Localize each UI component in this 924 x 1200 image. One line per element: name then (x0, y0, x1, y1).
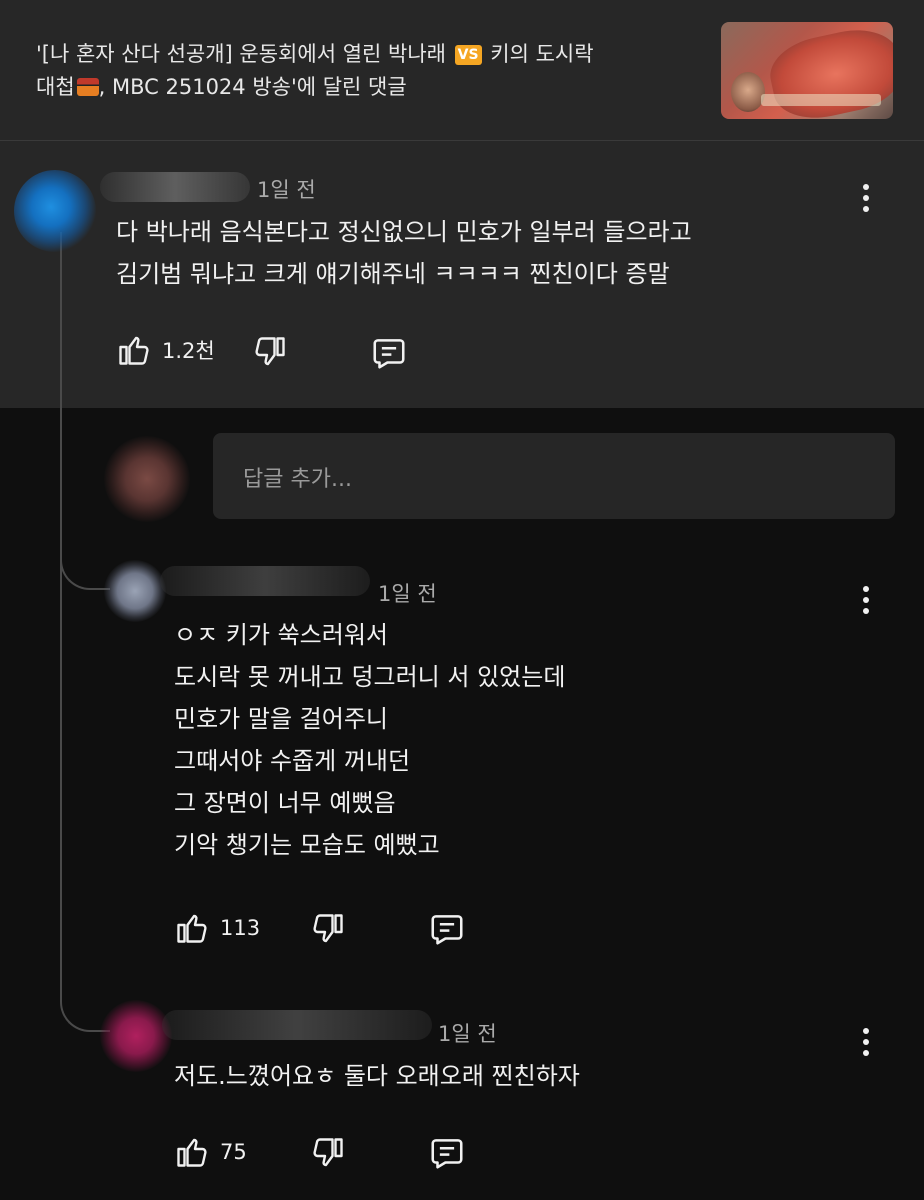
video-title-line2-part2: , MBC 251024 방송'에 달린 댓글 (98, 75, 407, 99)
like-count: 75 (220, 1140, 247, 1164)
comment-text: 다 박나래 음식본다고 정신없으니 민호가 일부러 들으라고 김기범 뭐냐고 크… (116, 218, 692, 288)
like-button[interactable]: 113 (174, 910, 260, 946)
thumbnail-person-image (731, 72, 765, 112)
reply-author-name-blurred[interactable] (160, 566, 370, 596)
thumbnail-caption (761, 94, 881, 106)
commenter-name-blurred[interactable] (100, 172, 250, 202)
reply-text: ㅇㅈ 키가 쑥스러워서 도시락 못 꺼내고 덩그러니 서 있었는데 민호가 말을… (174, 621, 566, 859)
dislike-button[interactable] (310, 1135, 346, 1171)
reply-text: 저도.느꼈어요ㅎ 둘다 오래오래 찐친하자 (174, 1062, 580, 1090)
thumbs-down-icon (313, 914, 343, 943)
more-vertical-icon[interactable] (852, 580, 880, 620)
reply-timestamp[interactable]: 1일 전 (438, 1018, 497, 1048)
video-title-part1: '[나 혼자 산다 선공개] 운동회에서 열린 박나래 (36, 42, 453, 66)
user-avatar (104, 436, 190, 522)
video-thumbnail[interactable] (721, 22, 893, 119)
like-button[interactable]: 75 (174, 1134, 247, 1170)
reply-input-placeholder: 답글 추가... (243, 467, 352, 492)
thread-branch-reply1 (60, 548, 110, 590)
video-title[interactable]: '[나 혼자 산다 선공개] 운동회에서 열린 박나래 VS 키의 도시락 대첩… (36, 38, 696, 104)
comment-reply-icon (431, 915, 463, 945)
reply-button[interactable] (428, 910, 466, 948)
reply-author-avatar[interactable] (104, 560, 166, 622)
video-title-part2: 키의 도시락 (483, 42, 594, 66)
reply-input[interactable]: 답글 추가... (213, 433, 895, 519)
thumbs-up-icon (177, 914, 207, 943)
comment-reply-icon (373, 339, 405, 369)
reply-author-name-blurred[interactable] (162, 1010, 432, 1040)
thumbs-up-icon (177, 1138, 207, 1167)
thread-line (60, 232, 62, 1002)
like-count: 113 (220, 916, 261, 940)
thumbs-up-icon (119, 336, 149, 365)
reply-timestamp[interactable]: 1일 전 (378, 578, 437, 608)
reply-button[interactable] (428, 1134, 466, 1172)
more-vertical-icon[interactable] (852, 178, 880, 218)
commenter-avatar[interactable] (14, 170, 96, 252)
dislike-button[interactable] (252, 334, 288, 370)
comment-timestamp[interactable]: 1일 전 (257, 174, 316, 204)
like-button[interactable]: 1.2천 (116, 332, 215, 368)
like-count: 1.2천 (162, 339, 215, 363)
video-title-line2-part1: 대첩 (36, 75, 75, 99)
thumbs-down-icon (255, 337, 285, 366)
reply-button[interactable] (370, 334, 408, 372)
comment-reply-icon (431, 1139, 463, 1169)
bento-emoji-icon (76, 78, 99, 96)
dislike-button[interactable] (310, 911, 346, 947)
video-header[interactable]: '[나 혼자 산다 선공개] 운동회에서 열린 박나래 VS 키의 도시락 대첩… (0, 0, 924, 141)
vs-badge: VS (454, 45, 482, 65)
reply-author-avatar[interactable] (100, 1000, 172, 1072)
more-vertical-icon[interactable] (852, 1022, 880, 1062)
thumbs-down-icon (313, 1138, 343, 1167)
